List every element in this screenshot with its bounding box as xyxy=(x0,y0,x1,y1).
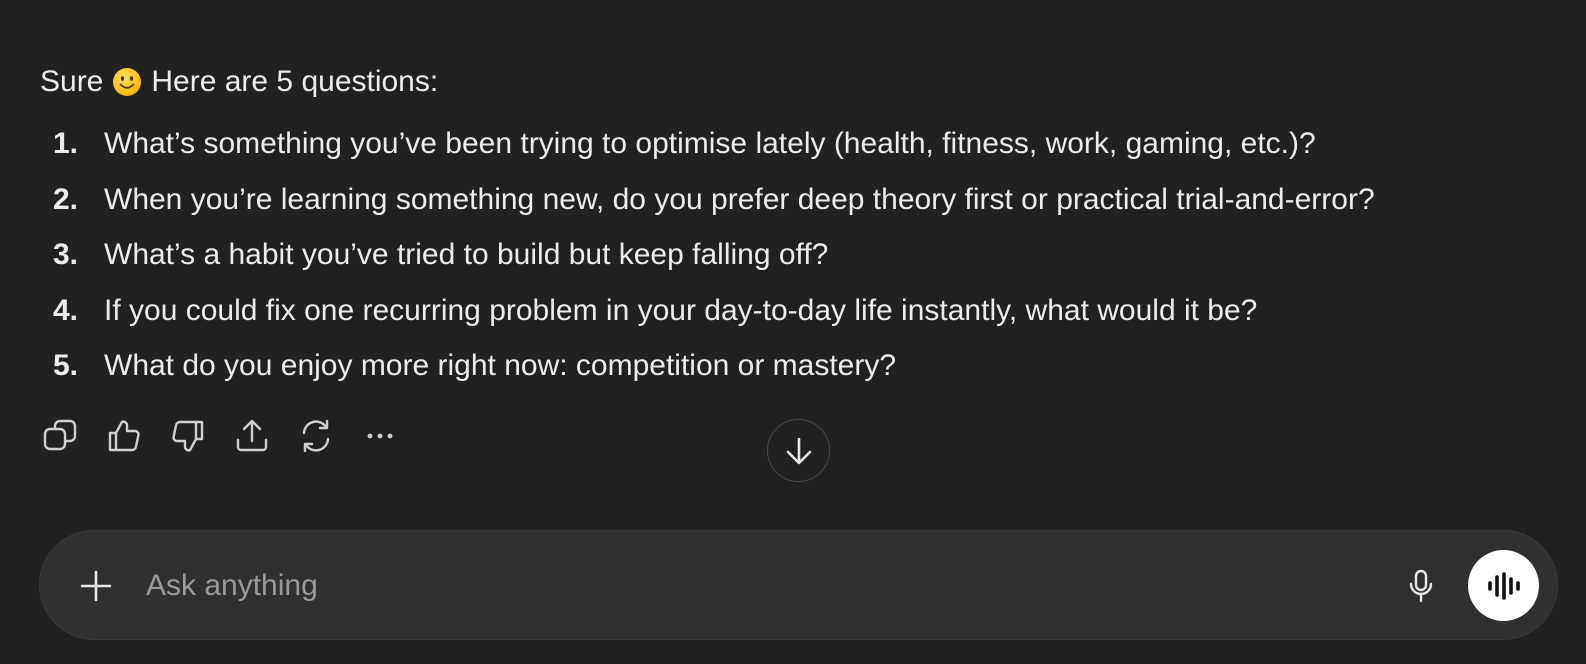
more-icon xyxy=(367,433,393,439)
arrow-down-icon xyxy=(786,437,811,464)
list-item-number: 3. xyxy=(53,238,79,271)
list-item-text: What’s a habit you’ve tried to build but… xyxy=(104,238,829,271)
intro-text-end: Here are 5 questions: xyxy=(151,65,439,98)
message-composer xyxy=(39,530,1558,640)
assistant-message: Sure Here are 5 questions: 1. What’s som… xyxy=(40,62,1560,403)
message-intro: Sure Here are 5 questions: xyxy=(40,62,1560,102)
thumbs-down-icon xyxy=(172,420,204,452)
bad-response-button[interactable] xyxy=(168,416,232,456)
voice-waveform-icon xyxy=(1487,571,1520,600)
share-icon xyxy=(236,419,268,452)
thumbs-up-icon xyxy=(108,420,140,452)
list-item: 5. What do you enjoy more right now: com… xyxy=(40,347,1560,403)
list-item-text: What’s something you’ve been trying to o… xyxy=(104,127,1316,160)
scroll-to-bottom-button[interactable] xyxy=(767,419,830,482)
copy-icon xyxy=(43,419,77,451)
list-item-text: When you’re learning something new, do y… xyxy=(104,182,1375,216)
list-item: 1. What’s something you’ve been trying t… xyxy=(40,125,1560,181)
intro-text-start: Sure xyxy=(40,65,104,98)
list-item: 2. When you’re learning something new, d… xyxy=(40,181,1560,237)
microphone-icon xyxy=(1409,569,1433,603)
dictate-button[interactable] xyxy=(1400,565,1442,607)
copy-button[interactable] xyxy=(40,416,104,456)
list-item: 3. What’s a habit you’ve tried to build … xyxy=(40,236,1560,292)
slightly-smiling-face-icon xyxy=(113,68,142,96)
list-item-number: 5. xyxy=(53,349,79,382)
list-item-text: What do you enjoy more right now: compet… xyxy=(104,349,897,382)
plus-icon xyxy=(80,570,112,602)
list-item-number: 4. xyxy=(53,293,79,327)
chat-page: Sure Here are 5 questions: 1. What’s som… xyxy=(0,0,1586,664)
regenerate-icon xyxy=(302,419,330,453)
regenerate-button[interactable] xyxy=(296,416,360,456)
prompt-input[interactable] xyxy=(146,561,1376,611)
list-item-number: 2. xyxy=(53,182,79,216)
questions-list: 1. What’s something you’ve been trying t… xyxy=(40,125,1560,403)
list-item-number: 1. xyxy=(53,127,79,160)
add-attachment-button[interactable] xyxy=(75,565,117,607)
share-button[interactable] xyxy=(232,416,296,456)
list-item-text: If you could fix one recurring problem i… xyxy=(104,293,1258,327)
voice-mode-button[interactable] xyxy=(1468,550,1539,621)
message-actions xyxy=(40,416,424,456)
good-response-button[interactable] xyxy=(104,416,168,456)
more-actions-button[interactable] xyxy=(360,416,424,456)
list-item: 4. If you could fix one recurring proble… xyxy=(40,292,1560,348)
